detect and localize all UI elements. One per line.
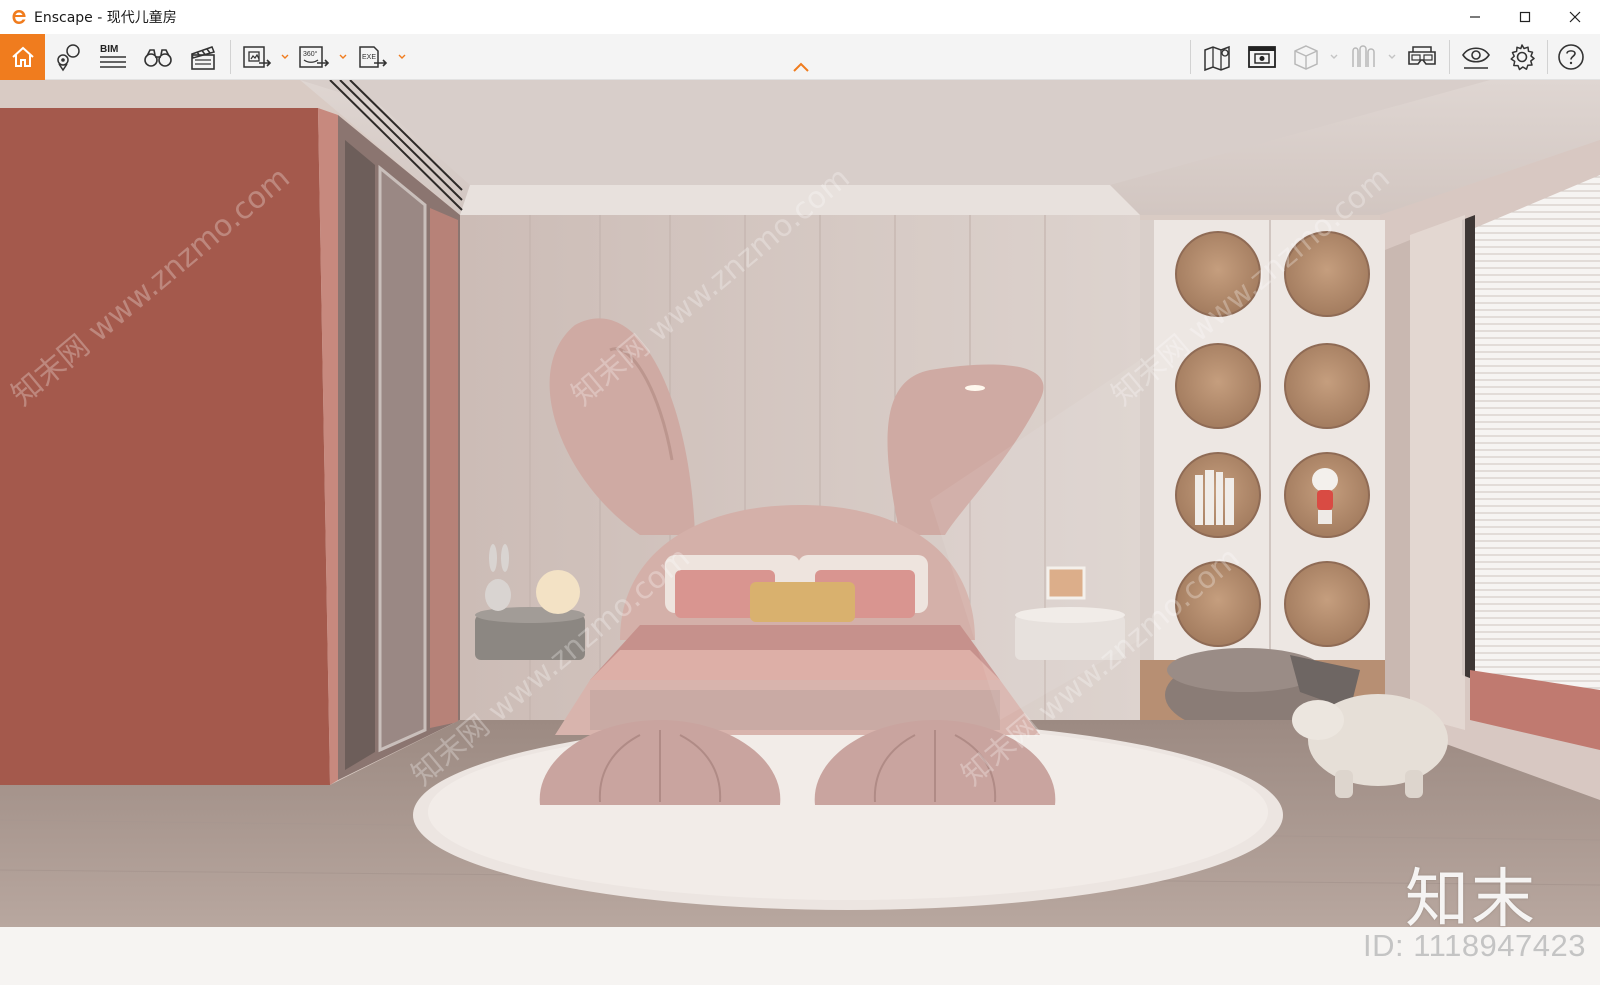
chevron-down-icon	[398, 54, 406, 59]
bottom-strip	[0, 927, 1600, 985]
exe-export-button[interactable]: EXE	[356, 37, 390, 77]
minimize-button[interactable]	[1450, 0, 1500, 34]
home-button[interactable]	[0, 34, 45, 80]
asset-library-dropdown[interactable]	[1387, 52, 1397, 62]
toolbar-separator	[1547, 40, 1548, 74]
bim-icon: BIM	[100, 44, 126, 68]
window-title: Enscape - 现代儿童房	[34, 10, 177, 26]
maximize-icon	[1519, 11, 1531, 23]
title-bar: Enscape - 现代儿童房	[0, 0, 1600, 34]
maximize-button[interactable]	[1500, 0, 1550, 34]
visual-settings-button[interactable]	[1458, 37, 1494, 77]
help-button[interactable]	[1554, 37, 1588, 77]
chevron-down-icon	[281, 54, 289, 59]
screenshot-button[interactable]	[1244, 37, 1280, 77]
export-image-icon	[243, 46, 272, 68]
export-panorama-icon: 360°	[299, 46, 330, 68]
panorama-label: 360°	[303, 50, 318, 58]
binoculars-icon	[144, 49, 172, 67]
screenshot-export-button[interactable]	[240, 37, 274, 77]
enscape-logo-icon	[10, 8, 28, 26]
enscape-window: Enscape - 现代儿童房 BIM 360° EXE 知末网 www.znz…	[0, 0, 1600, 985]
map-button[interactable]	[1200, 37, 1236, 77]
toolbar-separator	[1449, 40, 1450, 74]
export-exe-icon: EXE	[359, 46, 388, 68]
asset-cube-dropdown[interactable]	[1329, 52, 1339, 62]
cube-icon	[1294, 45, 1318, 70]
chevron-down-icon	[1330, 54, 1338, 59]
collapse-toolbar-button[interactable]	[792, 60, 810, 74]
exe-export-dropdown[interactable]	[397, 52, 407, 62]
views-button[interactable]	[52, 37, 84, 77]
home-icon	[11, 46, 34, 67]
asset-cube-button[interactable]	[1290, 37, 1322, 77]
clapperboard-icon	[191, 46, 216, 70]
watermark-logo: 知末	[1405, 863, 1537, 937]
vr-headset-button[interactable]	[1404, 37, 1440, 77]
chevron-down-icon	[1388, 54, 1396, 59]
visual-settings-icon	[1462, 47, 1490, 69]
map-pin-icon	[57, 44, 80, 72]
asset-library-button[interactable]	[1347, 37, 1381, 77]
render-viewport[interactable]: 知末网 www.znzmo.com 知末网 www.znzmo.com 知末网 …	[0, 80, 1600, 927]
vr-headset-icon	[1408, 46, 1436, 65]
bim-label: BIM	[100, 44, 118, 55]
minimize-icon	[1470, 16, 1480, 18]
close-icon	[1569, 11, 1581, 23]
settings-button[interactable]	[1505, 37, 1539, 77]
toolbar-separator	[230, 40, 231, 74]
map-icon	[1204, 45, 1230, 72]
video-editor-button[interactable]	[186, 37, 220, 77]
chevron-down-icon	[339, 54, 347, 59]
bedroom-render	[0, 80, 1600, 927]
watermark-id: ID: 1118947423	[1362, 928, 1586, 963]
gear-icon	[1510, 44, 1535, 71]
bim-button[interactable]: BIM	[96, 37, 130, 77]
enscape-toolbar: BIM 360° EXE	[0, 34, 1600, 80]
panorama-export-dropdown[interactable]	[338, 52, 348, 62]
screenshot-icon	[1248, 46, 1276, 68]
walk-mode-button[interactable]	[141, 37, 175, 77]
panorama-export-button[interactable]: 360°	[296, 37, 332, 77]
chevron-up-icon	[793, 62, 809, 72]
asset-library-icon	[1352, 45, 1375, 67]
exe-label: EXE	[362, 54, 376, 61]
close-button[interactable]	[1550, 0, 1600, 34]
screenshot-export-dropdown[interactable]	[280, 52, 290, 62]
toolbar-separator	[1190, 40, 1191, 74]
help-icon	[1558, 44, 1584, 70]
